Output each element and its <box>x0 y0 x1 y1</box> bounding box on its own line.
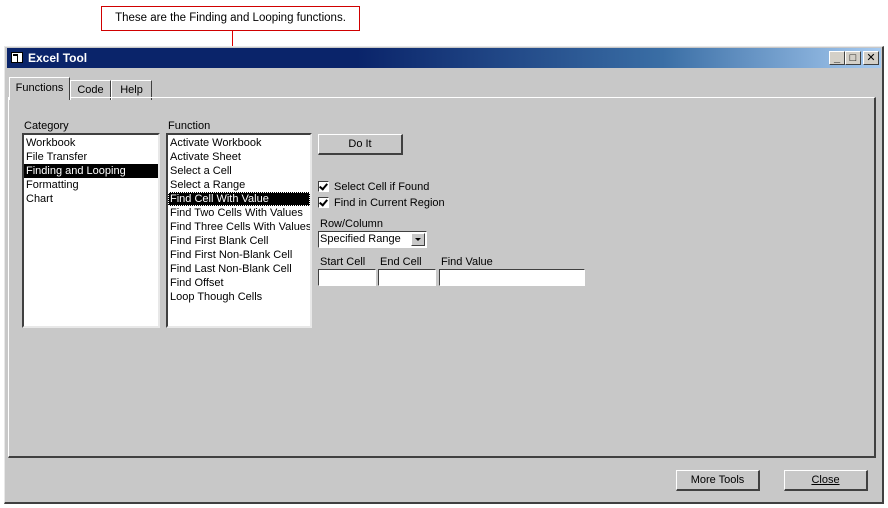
end-cell-label: End Cell <box>380 256 422 268</box>
function-item[interactable]: Find Offset <box>168 276 310 290</box>
checkbox-checked-icon[interactable] <box>318 180 329 192</box>
function-item[interactable]: Find First Blank Cell <box>168 234 310 248</box>
find-value-label: Find Value <box>441 256 493 268</box>
start-cell-input[interactable] <box>318 269 376 286</box>
function-item-selected[interactable]: Find Cell With Value <box>168 192 310 206</box>
close-button[interactable]: Close <box>784 470 868 491</box>
title-bar[interactable]: Excel Tool _ □ ✕ <box>7 48 881 68</box>
find-in-current-region-label: Find in Current Region <box>334 197 445 209</box>
minimize-icon: _ <box>833 52 841 64</box>
form-icon <box>11 52 23 63</box>
category-label: Category <box>24 120 69 132</box>
close-window-button[interactable]: ✕ <box>863 51 879 65</box>
function-item[interactable]: Activate Sheet <box>168 150 310 164</box>
function-item[interactable]: Find Last Non-Blank Cell <box>168 262 310 276</box>
category-item[interactable]: File Transfer <box>24 150 158 164</box>
category-item-selected[interactable]: Finding and Looping <box>24 164 158 178</box>
maximize-button[interactable]: □ <box>845 51 861 65</box>
row-column-dropdown[interactable]: Specified Range <box>318 231 427 248</box>
function-item[interactable]: Find Three Cells With Values <box>168 220 310 234</box>
maximize-icon: □ <box>849 52 857 64</box>
tab-code-label: Code <box>77 84 104 96</box>
start-cell-label: Start Cell <box>320 256 366 268</box>
checkbox-checked-icon[interactable] <box>318 196 329 208</box>
function-item[interactable]: Find First Non-Blank Cell <box>168 248 310 262</box>
function-listbox[interactable]: Activate Workbook Activate Sheet Select … <box>166 133 312 328</box>
find-value-input[interactable] <box>439 269 585 286</box>
function-item[interactable]: Activate Workbook <box>168 136 310 150</box>
category-item[interactable]: Formatting <box>24 178 158 192</box>
function-item[interactable]: Select a Range <box>168 178 310 192</box>
select-cell-if-found-checkbox[interactable]: Select Cell if Found <box>318 180 429 195</box>
function-item[interactable]: Find Two Cells With Values <box>168 206 310 220</box>
end-cell-input[interactable] <box>378 269 436 286</box>
row-column-value: Specified Range <box>320 233 401 245</box>
close-button-label: Close <box>811 474 840 486</box>
function-label: Function <box>168 120 211 132</box>
do-it-button[interactable]: Do It <box>318 134 403 155</box>
functions-tab-panel: Category Workbook File Transfer Finding … <box>8 97 876 458</box>
find-in-current-region-checkbox[interactable]: Find in Current Region <box>318 196 445 211</box>
annotation-callout: These are the Finding and Looping functi… <box>101 6 360 31</box>
function-item[interactable]: Loop Though Cells <box>168 290 310 304</box>
excel-tool-window: Excel Tool _ □ ✕ Functions Code Help Cat… <box>4 46 884 504</box>
chevron-down-icon[interactable] <box>411 233 425 246</box>
category-item[interactable]: Chart <box>24 192 158 206</box>
category-item[interactable]: Workbook <box>24 136 158 150</box>
minimize-button[interactable]: _ <box>829 51 845 65</box>
function-item[interactable]: Select a Cell <box>168 164 310 178</box>
close-icon: ✕ <box>866 52 876 64</box>
tab-help-label: Help <box>120 84 143 96</box>
more-tools-button[interactable]: More Tools <box>676 470 760 491</box>
tab-functions[interactable]: Functions <box>9 77 70 100</box>
tab-functions-label: Functions <box>15 82 64 94</box>
category-listbox[interactable]: Workbook File Transfer Finding and Loopi… <box>22 133 160 328</box>
window-title: Excel Tool <box>28 51 88 65</box>
select-cell-if-found-label: Select Cell if Found <box>334 181 430 193</box>
row-column-label: Row/Column <box>320 218 383 230</box>
